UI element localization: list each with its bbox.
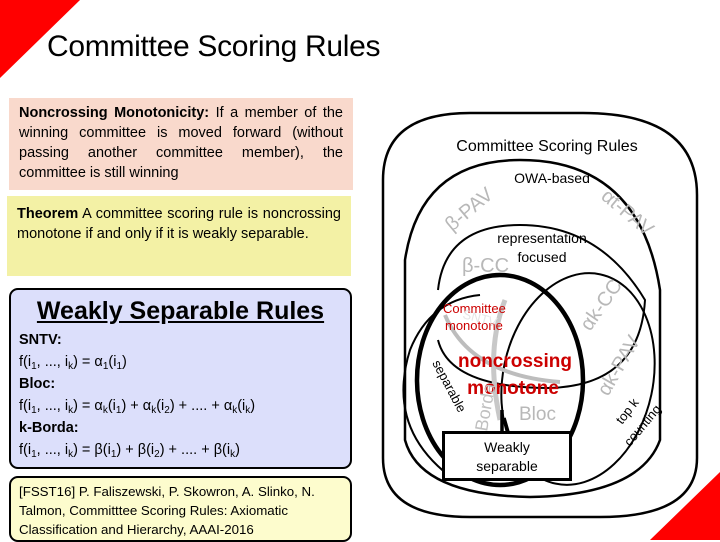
weakly-separable-box: Weakly separable (442, 431, 572, 481)
rule-label-bloc: Bloc (519, 404, 556, 425)
rule-label-alpha-k-cc: αk-CC (576, 275, 627, 334)
label-owa-based: OWA-based (514, 170, 590, 186)
rule-label-alpha-t-pav: αt-PAV (597, 185, 658, 241)
rule-label-alpha-k-pav: αk-PAV (593, 331, 645, 399)
label-committee-scoring-rules: Committee Scoring Rules (456, 138, 637, 155)
weakly-separable-line-1: Weakly (484, 439, 530, 455)
weakly-separable-line-2: separable (476, 458, 538, 474)
hierarchy-diagram: Committee Scoring Rules OWA-based repres… (381, 111, 699, 519)
label-representation: representation (497, 230, 587, 246)
label-focused: focused (517, 249, 566, 265)
label-noncrossing: noncrossing (458, 351, 572, 372)
rule-label-beta-cc: β-CC (462, 255, 509, 277)
